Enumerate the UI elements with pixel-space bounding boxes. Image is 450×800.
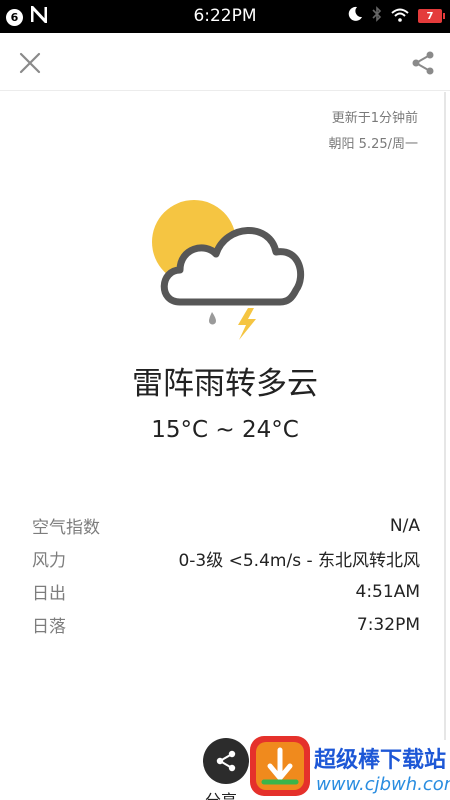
top-bar [0,33,450,91]
detail-value: 0-3级 <5.4m/s - 东北风转北风 [178,551,420,571]
moon-icon [347,6,363,26]
temperature-range: 15°C ~ 24°C [151,417,299,443]
detail-value: 7:32PM [356,614,420,635]
weather-detail-screen: 6 6:22PM 7 更新于1分钟前 朝阳 5.25/周一 雷阵雨转多云 15°… [0,0,450,800]
bluetooth-icon [372,6,382,26]
detail-label: 日出 [32,584,66,604]
scroll-rail[interactable] [444,92,446,740]
status-bar: 6 6:22PM 7 [0,0,450,33]
watermark-title: 超级棒下载站 [314,748,447,773]
location-date: 朝阳 5.25/周一 [328,137,418,152]
close-button[interactable] [16,49,44,77]
share-button[interactable] [410,49,436,77]
detail-label: 日落 [32,617,66,637]
status-right: 7 [347,6,445,26]
detail-value: N/A [389,515,420,536]
detail-label: 空气指数 [32,518,100,538]
close-icon [19,52,41,74]
share-label: 分享 [205,787,237,800]
share-icon [216,750,236,772]
watermark: 超级棒下载站 www.cjbwh.com [250,732,450,800]
weather-details: 空气指数 N/A 风力 0-3级 <5.4m/s - 东北风转北风 日出 4:5… [32,509,420,641]
detail-row-sunrise: 日出 4:51AM [32,575,420,608]
weather-condition: 雷阵雨转多云 [132,366,318,402]
detail-row-air-index: 空气指数 N/A [32,509,420,542]
thunderstorm-partly-sunny-icon [140,190,315,350]
share-fab-button[interactable] [203,738,249,784]
detail-value: 4:51AM [355,581,420,602]
wifi-icon [391,7,409,26]
update-time: 更新于1分钟前 [331,111,418,126]
detail-row-sunset: 日落 7:32PM [32,608,420,641]
detail-row-wind: 风力 0-3级 <5.4m/s - 东北风转北风 [32,542,420,575]
battery-icon: 7 [418,9,445,23]
watermark-url: www.cjbwh.com [316,774,450,795]
detail-label: 风力 [32,551,66,571]
share-icon [412,51,434,75]
download-site-logo-icon [250,736,310,796]
